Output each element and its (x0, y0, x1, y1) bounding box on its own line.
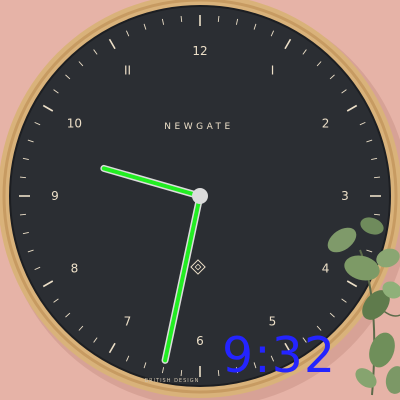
minute-tick (373, 213, 381, 216)
center-pin (192, 188, 208, 204)
clock-photo: 12 I 2 3 4 5 6 7 8 9 10 II NEWGATE BRITISH DESIGN 9… (0, 0, 400, 400)
time-overlay-text: 9:32 (222, 327, 337, 384)
numeral-3: 3 (341, 189, 349, 203)
numeral-2: 2 (322, 117, 330, 131)
minute-tick (180, 15, 183, 23)
minute-tick (180, 369, 183, 377)
bottom-label: BRITISH DESIGN (145, 378, 200, 384)
minute-tick (217, 15, 220, 23)
numeral-10: 10 (67, 117, 82, 131)
minute-tick (373, 176, 381, 179)
numeral-9: 9 (51, 189, 59, 203)
minute-tick (217, 369, 220, 377)
numeral-7: 7 (124, 315, 132, 329)
numeral-4: 4 (322, 262, 330, 276)
minute-tick (19, 213, 27, 216)
numeral-1: I (271, 63, 275, 77)
numeral-8: 8 (71, 262, 79, 276)
brand-label: NEWGATE (164, 122, 233, 132)
minute-tick (19, 176, 27, 179)
numeral-12: 12 (192, 44, 207, 58)
numeral-11: II (124, 63, 131, 77)
numeral-6: 6 (196, 334, 204, 348)
